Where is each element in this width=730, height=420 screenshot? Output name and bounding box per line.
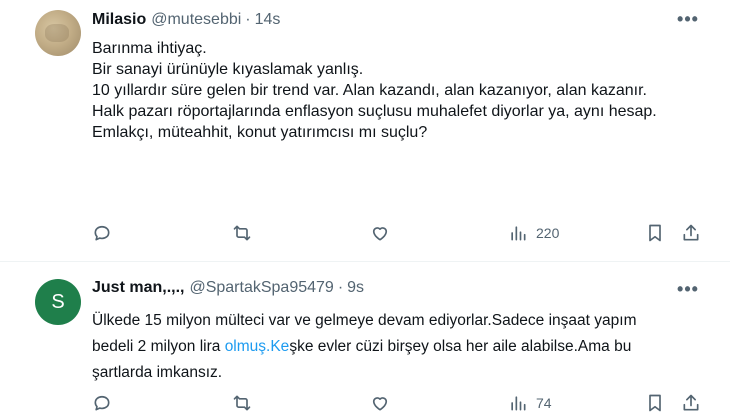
reply-icon	[94, 395, 110, 411]
views-count: 74	[536, 395, 552, 411]
separator: ·	[245, 11, 251, 28]
avatar[interactable]: S	[35, 279, 81, 325]
tweet-text-line: Barınma ihtiyaç.	[92, 40, 207, 57]
views-button[interactable]: 220	[508, 220, 559, 246]
views-button[interactable]: 74	[508, 390, 552, 416]
reply-icon	[94, 225, 110, 241]
bookmark-icon	[649, 224, 661, 242]
share-icon	[683, 394, 699, 411]
reply-button[interactable]	[92, 220, 112, 246]
retweet-button[interactable]	[232, 390, 252, 416]
like-button[interactable]	[370, 220, 390, 246]
user-handle[interactable]: @SpartakSpa95479	[189, 279, 333, 297]
tweet-text: Barınma ihtiyaç. Bir sanayi ürünüyle kıy…	[92, 38, 692, 143]
action-bar: 220	[92, 220, 702, 246]
user-handle[interactable]: @mutesebbi	[151, 11, 241, 29]
tweet[interactable]: S Just man,.,., @SpartakSpa95479 · 9s ••…	[0, 262, 730, 420]
retweet-icon	[233, 225, 251, 241]
separator: ·	[337, 279, 344, 296]
views-icon	[511, 226, 526, 241]
more-icon[interactable]: •••	[676, 280, 700, 304]
action-bar: 74	[92, 390, 702, 416]
display-name[interactable]: Just man,.,.,	[92, 279, 184, 297]
share-button[interactable]	[681, 220, 701, 246]
bookmark-icon	[649, 394, 661, 412]
more-icon[interactable]: •••	[676, 10, 700, 34]
timestamp[interactable]: 9s	[347, 279, 364, 297]
tweet-text: Ülkede 15 milyon mülteci var ve gelmeye …	[92, 308, 682, 386]
share-button[interactable]	[681, 390, 701, 416]
retweet-button[interactable]	[232, 220, 252, 246]
timestamp[interactable]: 14s	[255, 11, 281, 29]
display-name[interactable]: Milasio	[92, 11, 146, 29]
tweet-text-line: Emlakçı, müteahhit, konut yatırımcısı mı…	[92, 124, 428, 141]
reply-button[interactable]	[92, 390, 112, 416]
retweet-icon	[233, 395, 251, 411]
views-count: 220	[536, 225, 560, 241]
bookmark-button[interactable]	[645, 220, 665, 246]
tweet-header: Just man,.,., @SpartakSpa95479 · 9s	[92, 279, 364, 297]
tweet[interactable]: Milasio @mutesebbi · 14s ••• Barınma iht…	[0, 0, 730, 262]
tweet-link[interactable]: olmuş.Ke	[225, 338, 290, 355]
avatar[interactable]	[35, 10, 81, 56]
tweet-text-line: Halk pazarı röportajlarında enflasyon su…	[92, 103, 657, 120]
tweet-header: Milasio @mutesebbi · 14s	[92, 11, 280, 29]
like-button[interactable]	[370, 390, 390, 416]
tweet-text-line: Bir sanayi ürünüyle kıyaslamak yanlış.	[92, 61, 364, 78]
bookmark-button[interactable]	[645, 390, 665, 416]
tweet-text-line: 10 yıllardır süre gelen bir trend var. A…	[92, 82, 647, 99]
share-icon	[683, 224, 699, 241]
views-icon	[511, 396, 526, 411]
like-icon	[372, 397, 388, 411]
like-icon	[372, 227, 388, 241]
